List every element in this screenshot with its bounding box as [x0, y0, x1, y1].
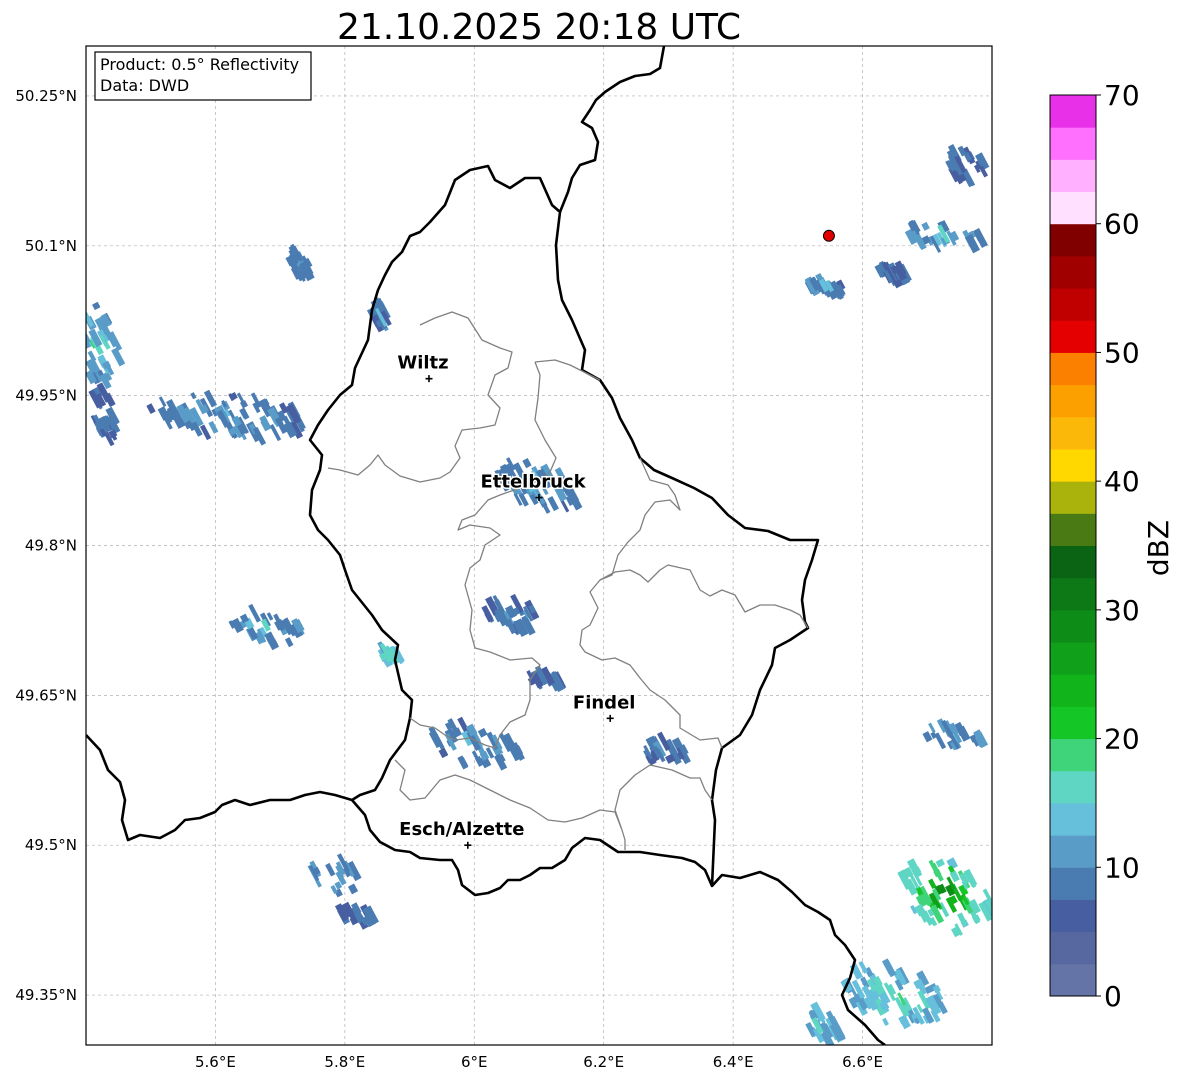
colorbar-swatch — [1050, 899, 1096, 933]
colorbar-swatch — [1050, 835, 1096, 868]
colorbar-swatch — [1050, 770, 1096, 804]
lon-tick-label: 5.8°E — [324, 1053, 365, 1071]
colorbar-tick-label: 20 — [1104, 723, 1140, 756]
colorbar-swatch — [1050, 513, 1096, 546]
colorbar-swatch — [1050, 127, 1096, 160]
lon-tick-label: 6.4°E — [713, 1053, 754, 1071]
colorbar-swatch — [1050, 481, 1096, 514]
lat-tick-label: 49.35°N — [15, 986, 77, 1004]
city-label: Wiltz — [397, 353, 448, 374]
colorbar-tick-label: 10 — [1104, 851, 1140, 884]
colorbar-swatches — [1050, 95, 1096, 997]
colorbar-swatch — [1050, 416, 1096, 450]
colorbar-swatch — [1050, 545, 1096, 579]
city-label: Esch/Alzette — [399, 819, 524, 840]
lat-tick-label: 50.25°N — [15, 87, 77, 105]
colorbar-swatch — [1050, 384, 1096, 418]
colorbar-swatch — [1050, 577, 1096, 611]
city-label: Findel — [573, 692, 636, 713]
lon-tick-label: 6.6°E — [842, 1053, 883, 1071]
colorbar-swatch — [1050, 95, 1096, 128]
colorbar-tick-label: 30 — [1104, 594, 1140, 627]
city-label: Ettelbruck — [480, 472, 586, 493]
colorbar-tick-label: 40 — [1104, 465, 1140, 498]
lon-tick-label: 5.6°E — [195, 1053, 236, 1071]
colorbar-swatch — [1050, 448, 1096, 482]
lat-tick-label: 50.1°N — [25, 237, 77, 255]
colorbar-swatch — [1050, 674, 1096, 707]
colorbar-swatch — [1050, 320, 1096, 353]
lat-tick-label: 49.8°N — [25, 537, 77, 555]
colorbar-tick-labels: 0 10 20 30 40 50 60 70 — [1096, 79, 1140, 1013]
radar-site-layer — [822, 229, 835, 242]
lat-tick-label: 49.95°N — [15, 387, 77, 405]
lat-tick-label: 49.5°N — [25, 836, 77, 854]
colorbar-swatch — [1050, 159, 1096, 193]
latitude-tick-labels: 50.25°N 50.1°N 49.95°N 49.8°N 49.65°N 49.5°N 4… — [15, 87, 77, 1004]
colorbar-tick-label: 0 — [1104, 980, 1122, 1013]
colorbar-swatch — [1050, 931, 1096, 965]
lon-tick-label: 6°E — [461, 1053, 488, 1071]
colorbar-swatch — [1050, 867, 1096, 900]
colorbar-swatch — [1050, 642, 1096, 675]
colorbar-tick-label: 60 — [1104, 208, 1140, 241]
colorbar-label: dBZ — [1142, 520, 1175, 576]
colorbar-swatch — [1050, 352, 1096, 386]
colorbar-swatch — [1050, 223, 1096, 257]
longitude-tick-labels: 5.6°E 5.8°E 6°E 6.2°E 6.4°E 6.6°E — [195, 1053, 883, 1071]
info-box: Product: 0.5° Reflectivity Data: DWD — [94, 51, 312, 101]
info-product: Product: 0.5° Reflectivity — [100, 55, 299, 74]
info-data-source: Data: DWD — [100, 76, 189, 95]
colorbar-tick-label: 50 — [1104, 336, 1140, 369]
colorbar-swatch — [1050, 609, 1096, 643]
colorbar-swatch — [1050, 802, 1096, 836]
colorbar-swatch — [1050, 963, 1096, 997]
lon-tick-label: 6.2°E — [583, 1053, 624, 1071]
colorbar-swatch — [1050, 191, 1096, 225]
colorbar: 0 10 20 30 40 50 60 70 dBZ — [1049, 79, 1175, 1013]
radar-site-marker — [822, 229, 835, 242]
map-panel: Wiltz Ettelbruck Findel Esch/Alzette Produc… — [15, 45, 993, 1071]
colorbar-swatch — [1050, 738, 1096, 772]
lat-tick-label: 49.65°N — [15, 686, 77, 704]
figure-title: 21.10.2025 20:18 UTC — [337, 7, 741, 48]
colorbar-swatch — [1050, 706, 1096, 740]
colorbar-swatch — [1050, 288, 1096, 321]
radar-figure: 21.10.2025 20:18 UTC WiltzEttelbruckFind… — [15, 7, 1175, 1071]
colorbar-swatch — [1050, 255, 1096, 289]
colorbar-tick-label: 70 — [1104, 79, 1140, 112]
